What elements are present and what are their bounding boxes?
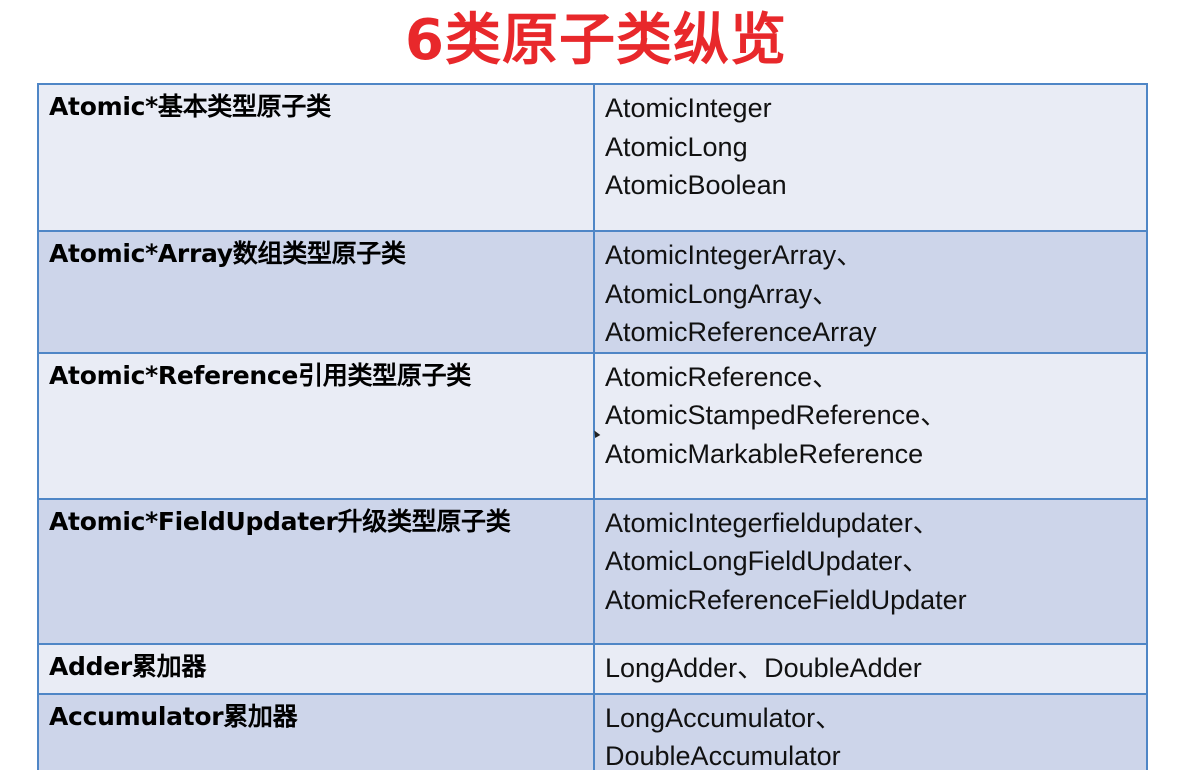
table-row: Atomic*FieldUpdater升级类型原子类 AtomicInteger… <box>37 497 1148 645</box>
classes-cell: LongAccumulator、 DoubleAccumulator <box>593 692 1148 770</box>
class-name: AtomicStampedReference、 <box>605 400 948 430</box>
class-name: AtomicMarkableReference <box>605 438 924 469</box>
class-name: DoubleAccumulator <box>605 741 841 770</box>
category-cell: Atomic*基本类型原子类 <box>37 83 595 232</box>
classes-cell: AtomicIntegerArray、 AtomicLongArray、 Ato… <box>593 230 1148 354</box>
table-row: Atomic*基本类型原子类 AtomicInteger AtomicLong … <box>37 83 1148 232</box>
table-row: Atomic*Reference引用类型原子类 AtomicReference、… <box>37 351 1148 500</box>
class-name: AtomicLongFieldUpdater、 <box>605 546 930 576</box>
table-row: Accumulator累加器 LongAccumulator、 DoubleAc… <box>37 692 1148 770</box>
class-name: LongAccumulator、 <box>605 702 843 733</box>
category-cell: Atomic*Reference引用类型原子类 <box>37 351 595 500</box>
class-name: AtomicIntegerfieldupdater、 <box>605 507 940 538</box>
classes-cell: AtomicInteger AtomicLong AtomicBoolean <box>593 83 1148 232</box>
slide: 6类原子类纵览 Atomic*基本类型原子类 AtomicInteger Ato… <box>0 0 1192 770</box>
table-row: Atomic*Array数组类型原子类 AtomicIntegerArray、 … <box>37 230 1148 354</box>
category-cell: Atomic*Array数组类型原子类 <box>37 230 595 354</box>
class-name: AtomicLong <box>605 131 748 162</box>
table-row: Adder累加器 LongAdder、DoubleAdder <box>37 642 1148 695</box>
classes-cell: LongAdder、DoubleAdder <box>593 642 1148 695</box>
category-cell: Atomic*FieldUpdater升级类型原子类 <box>37 497 595 645</box>
class-name: AtomicInteger <box>605 93 772 123</box>
class-name: AtomicLongArray、 <box>605 278 840 309</box>
slide-title: 6类原子类纵览 <box>405 8 787 73</box>
class-name: LongAdder、DoubleAdder <box>605 652 922 683</box>
class-name: AtomicReferenceFieldUpdater <box>605 584 967 615</box>
class-name: AtomicReference、 <box>605 361 840 392</box>
class-name: AtomicReferenceArray <box>605 317 877 347</box>
atomic-classes-table: Atomic*基本类型原子类 AtomicInteger AtomicLong … <box>37 83 1148 770</box>
category-cell: Adder累加器 <box>37 642 595 695</box>
classes-cell: AtomicIntegerfieldupdater、 AtomicLongFie… <box>593 497 1148 645</box>
class-name: AtomicBoolean <box>605 170 787 200</box>
category-cell: Accumulator累加器 <box>37 692 595 770</box>
classes-cell: AtomicReference、 AtomicStampedReference、… <box>593 351 1148 500</box>
class-name: AtomicIntegerArray、 <box>605 240 864 270</box>
